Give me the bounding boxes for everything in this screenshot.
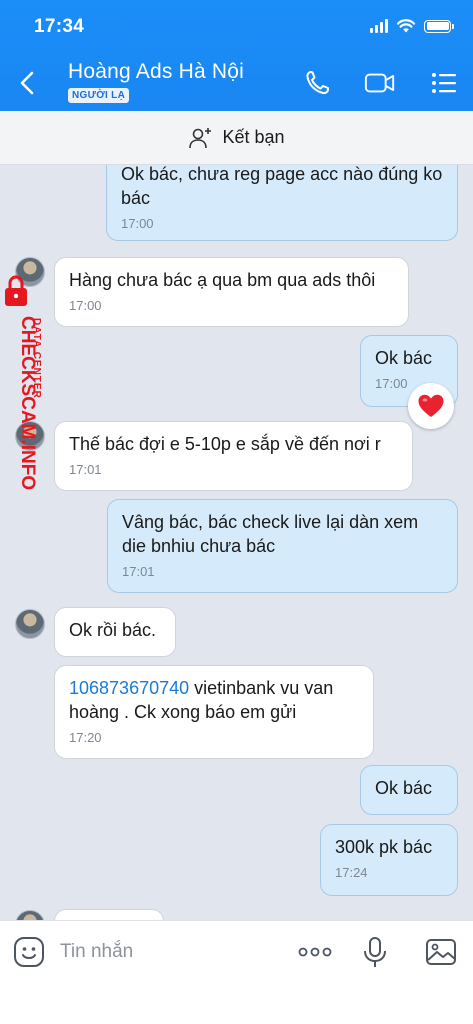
menu-list-icon[interactable] <box>428 68 460 98</box>
message-bubble-incoming[interactable]: Ok rồi bác. <box>54 607 176 657</box>
message-bubble-outgoing[interactable]: 300k pk bác 17:24 <box>320 824 458 896</box>
message-text: Hàng chưa bác ạ qua bm qua ads thôi <box>69 270 376 290</box>
status-time: 17:34 <box>34 16 85 37</box>
message-time: 17:00 <box>69 298 102 313</box>
message-time: 17:01 <box>122 564 155 579</box>
stranger-badge: NGƯỜI LẠ <box>68 88 130 103</box>
message-bubble-outgoing[interactable]: Ok bác, chưa reg page acc nào đúng ko bá… <box>106 165 458 241</box>
watermark-graphic: CHECKSCAM.INFO DATA CENTER <box>5 275 42 490</box>
add-friend-label: Kết bạn <box>222 127 285 147</box>
message-text: Ok bác, chưa reg page acc nào đúng ko bá… <box>121 165 443 208</box>
message-text: Ok bác <box>375 778 433 798</box>
account-number-link[interactable]: 106873670740 <box>69 678 189 698</box>
message-bubble-incoming[interactable]: Thế bác đợi e 5-10p e sắp về đến nơi r 1… <box>54 421 413 491</box>
message-time: 17:00 <box>121 216 154 231</box>
contact-avatar[interactable] <box>15 910 45 920</box>
battery-icon <box>424 19 454 33</box>
image-gallery-icon[interactable] <box>424 935 458 969</box>
sticker-emoji-icon[interactable] <box>12 935 46 969</box>
message-bubble-outgoing[interactable]: Vâng bác, bác check live lại dàn xem die… <box>107 499 458 593</box>
watermark-subtitle: DATA CENTER <box>31 318 42 399</box>
contact-avatar[interactable] <box>15 609 45 639</box>
message-bubble-outgoing[interactable]: Ok bác <box>360 765 458 815</box>
message-time: 17:20 <box>69 730 102 745</box>
add-friend-button[interactable]: Kết bạn <box>0 111 473 165</box>
microphone-icon[interactable] <box>358 935 392 969</box>
status-icons <box>370 19 454 33</box>
message-input[interactable]: Tin nhắn <box>60 941 133 963</box>
chat-header: 17:34 Hoàng Ads Hà Nội NGƯỜI LẠ <box>0 0 473 111</box>
heart-reaction-icon[interactable] <box>408 383 454 429</box>
message-bubble-incoming[interactable]: 106873670740 vietinbank vu van hoàng . C… <box>54 665 374 759</box>
checkscam-watermark: CHECKSCAM.INFO DATA CENTER <box>2 272 46 502</box>
message-time: 17:01 <box>69 462 102 477</box>
message-text: Thế bác đợi e 5-10p e sắp về đến nơi r <box>69 434 381 454</box>
message-input-bar: Tin nhắn <box>0 920 473 1024</box>
message-list[interactable]: Ok bác, chưa reg page acc nào đúng ko bá… <box>0 165 473 920</box>
add-user-icon <box>189 127 212 148</box>
more-options-icon[interactable] <box>296 935 334 969</box>
message-text: Ok bác <box>375 348 433 368</box>
phone-call-icon[interactable] <box>302 68 334 98</box>
message-text: Ok rồi bác. <box>69 620 157 640</box>
message-text: Vâng bác, bác check live lại dàn xem die… <box>122 512 419 556</box>
message-bubble-incoming[interactable]: Hàng chưa bác ạ qua bm qua ads thôi 17:0… <box>54 257 409 327</box>
heart-icon <box>418 394 444 417</box>
back-arrow-icon[interactable] <box>14 68 42 98</box>
contact-name[interactable]: Hoàng Ads Hà Nội <box>68 60 244 84</box>
message-text: 300k pk bác <box>335 837 433 857</box>
wifi-icon <box>397 19 415 33</box>
cellular-signal-icon <box>370 19 388 33</box>
message-bubble-incoming[interactable] <box>54 909 164 920</box>
video-call-icon[interactable] <box>364 68 396 98</box>
message-time: 17:24 <box>335 865 368 880</box>
message-text: 106873670740 vietinbank vu van hoàng . C… <box>69 678 334 722</box>
